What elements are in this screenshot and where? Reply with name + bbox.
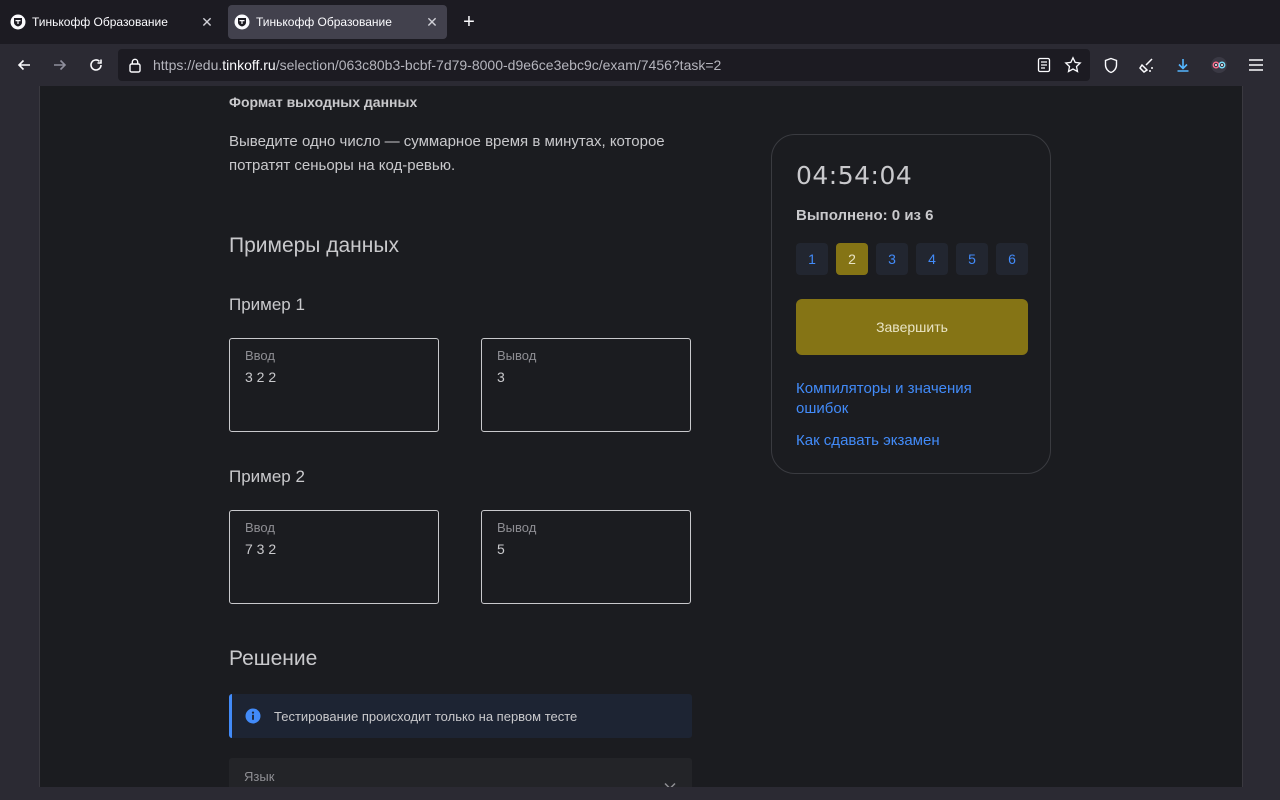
compilers-link[interactable]: Компиляторы и значения ошибок	[796, 379, 996, 419]
examples-heading: Примеры данных	[229, 234, 399, 257]
input-value: 3 2 2	[245, 369, 277, 385]
input-label: Ввод	[245, 520, 275, 535]
chevron-down-icon	[664, 782, 676, 787]
shield-icon[interactable]	[1098, 52, 1124, 78]
task-navigation: 1 2 3 4 5 6	[796, 243, 1036, 275]
back-icon[interactable]	[11, 52, 37, 78]
browser-tab-bar: Тинькофф Образование ✕ Тинькофф Образова…	[0, 0, 1280, 44]
extension-broom-icon[interactable]	[1134, 52, 1160, 78]
forward-icon[interactable]	[47, 52, 73, 78]
task-button-6[interactable]: 6	[996, 243, 1028, 275]
url-text: https://edu.tinkoff.ru/selection/063c80b…	[153, 57, 722, 73]
finish-exam-button[interactable]: Завершить	[796, 299, 1028, 355]
close-tab-icon[interactable]: ✕	[423, 13, 441, 31]
browser-tab-2[interactable]: Тинькофф Образование ✕	[228, 5, 447, 39]
info-text: Тестирование происходит только на первом…	[274, 709, 578, 724]
input-value: 7 3 2	[245, 541, 277, 557]
info-icon	[245, 708, 261, 724]
output-format-heading: Формат выходных данных	[229, 94, 418, 110]
output-value: 5	[497, 541, 505, 557]
reader-view-icon[interactable]	[1036, 57, 1052, 73]
task-button-2[interactable]: 2	[836, 243, 868, 275]
bookmark-star-icon[interactable]	[1064, 56, 1082, 74]
page-viewport: Формат выходных данных Выведите одно чис…	[39, 86, 1243, 787]
browser-tab-1[interactable]: Тинькофф Образование ✕	[4, 5, 222, 39]
progress-text: Выполнено: 0 из 6	[796, 207, 934, 224]
reload-icon[interactable]	[83, 52, 109, 78]
output-label: Вывод	[497, 520, 537, 535]
task-button-3[interactable]: 3	[876, 243, 908, 275]
info-banner: Тестирование происходит только на первом…	[229, 694, 692, 738]
tab-title: Тинькофф Образование	[32, 15, 168, 29]
example-2-input-box: Ввод 7 3 2	[229, 510, 439, 604]
address-bar[interactable]: https://edu.tinkoff.ru/selection/063c80b…	[118, 49, 1090, 81]
output-value: 3	[497, 369, 505, 385]
account-avatar-icon[interactable]	[1206, 52, 1232, 78]
new-tab-icon[interactable]: +	[458, 11, 480, 33]
tinkoff-favicon-icon	[234, 14, 250, 30]
close-tab-icon[interactable]: ✕	[198, 13, 216, 31]
how-to-take-exam-link[interactable]: Как сдавать экзамен	[796, 432, 940, 449]
example-2-output-box: Вывод 5	[481, 510, 691, 604]
menu-icon[interactable]	[1243, 52, 1269, 78]
exam-timer: 04:54:04	[796, 161, 913, 190]
download-icon[interactable]	[1170, 52, 1196, 78]
solution-heading: Решение	[229, 647, 318, 670]
task-button-4[interactable]: 4	[916, 243, 948, 275]
task-button-5[interactable]: 5	[956, 243, 988, 275]
tinkoff-favicon-icon	[10, 14, 26, 30]
input-label: Ввод	[245, 348, 275, 363]
exam-status-card: 04:54:04 Выполнено: 0 из 6 1 2 3 4 5 6 З…	[771, 134, 1051, 474]
output-format-text: Выведите одно число — суммарное время в …	[229, 133, 665, 174]
example-2-title: Пример 2	[229, 467, 305, 486]
lock-icon	[129, 58, 141, 73]
example-1-output-box: Вывод 3	[481, 338, 691, 432]
browser-nav-bar: https://edu.tinkoff.ru/selection/063c80b…	[0, 44, 1280, 86]
tab-title: Тинькофф Образование	[256, 15, 392, 29]
example-1-input-box: Ввод 3 2 2	[229, 338, 439, 432]
language-label: Язык	[244, 769, 275, 784]
task-button-1[interactable]: 1	[796, 243, 828, 275]
language-select[interactable]: Язык	[229, 758, 692, 787]
example-1-title: Пример 1	[229, 295, 305, 314]
output-label: Вывод	[497, 348, 537, 363]
